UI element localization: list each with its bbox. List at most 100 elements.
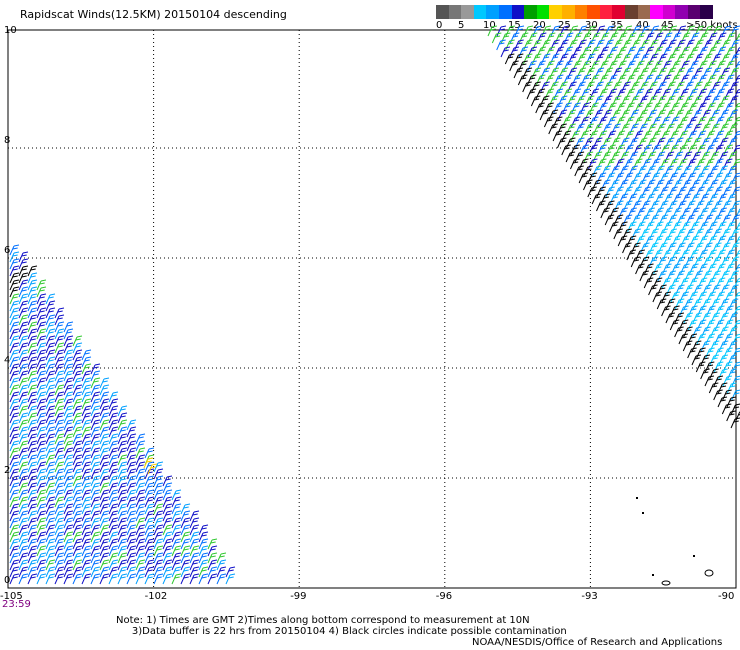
- wind-barb: [27, 405, 38, 417]
- wind-barb: [54, 391, 65, 403]
- wind-barb: [54, 489, 65, 501]
- notes: Note: 1) Times are GMT 2)Times along bot…: [116, 615, 567, 637]
- wind-barb: [171, 573, 182, 585]
- wind-barb: [18, 538, 29, 550]
- wind-barb: [27, 538, 38, 550]
- wind-barb: [81, 566, 92, 578]
- wind-barb: [36, 398, 47, 410]
- wind-barb: [36, 426, 47, 438]
- wind-barb: [108, 426, 119, 438]
- wind-barb: [36, 279, 47, 291]
- wind-barb: [189, 531, 200, 543]
- wind-barb: [117, 426, 128, 438]
- wind-barb: [117, 412, 128, 424]
- wind-barb: [9, 454, 20, 466]
- wind-barb: [18, 433, 29, 445]
- wind-barb: [81, 559, 92, 571]
- wind-barb: [18, 398, 29, 410]
- wind-barb: [81, 447, 92, 459]
- wind-barb: [18, 265, 29, 277]
- wind-barb: [45, 405, 56, 417]
- wind-barb: [9, 510, 20, 522]
- wind-barb: [9, 566, 20, 578]
- wind-barb: [45, 342, 56, 354]
- wind-barb: [54, 384, 65, 396]
- wind-barb: [9, 307, 20, 319]
- wind-barb: [45, 475, 56, 487]
- wind-barb: [36, 335, 47, 347]
- wind-barb: [144, 531, 155, 543]
- wind-barb: [153, 510, 164, 522]
- wind-barb: [81, 510, 92, 522]
- wind-barb: [54, 377, 65, 389]
- wind-barb: [27, 426, 38, 438]
- wind-barb: [81, 440, 92, 452]
- wind-barb: [81, 468, 92, 480]
- wind-barb: [36, 370, 47, 382]
- wind-barb: [45, 496, 56, 508]
- wind-barb: [36, 328, 47, 340]
- wind-barb: [18, 447, 29, 459]
- wind-barb: [99, 454, 110, 466]
- wind-barb: [45, 426, 56, 438]
- wind-barb: [225, 573, 236, 585]
- wind-barb: [733, 75, 740, 86]
- wind-barb: [81, 517, 92, 529]
- wind-barb: [9, 482, 20, 494]
- wind-barb: [153, 566, 164, 578]
- wind-barb: [45, 573, 56, 585]
- wind-barb: [72, 342, 83, 354]
- wind-barb: [153, 517, 164, 529]
- wind-barb: [117, 475, 128, 487]
- wind-barb: [9, 279, 20, 291]
- wind-barb: [45, 559, 56, 571]
- wind-barb: [90, 552, 101, 564]
- wind-barb: [144, 545, 155, 557]
- wind-barb: [126, 524, 137, 536]
- wind-barb: [27, 321, 38, 333]
- wind-barb: [198, 531, 209, 543]
- wind-barb: [108, 419, 119, 431]
- wind-barb: [135, 489, 146, 501]
- wind-barb: [189, 559, 200, 571]
- wind-barb: [27, 265, 38, 277]
- wind-barb: [126, 489, 137, 501]
- wind-barb: [27, 454, 38, 466]
- wind-barb: [117, 496, 128, 508]
- wind-barb: [81, 496, 92, 508]
- wind-barb: [45, 335, 56, 347]
- wind-barb: [117, 454, 128, 466]
- wind-barb: [90, 503, 101, 515]
- wind-barb: [54, 426, 65, 438]
- wind-barb: [144, 503, 155, 515]
- wind-barb: [144, 489, 155, 501]
- wind-barb: [9, 405, 20, 417]
- wind-barb: [36, 412, 47, 424]
- wind-barb: [18, 384, 29, 396]
- wind-barb: [90, 496, 101, 508]
- wind-barb: [27, 412, 38, 424]
- wind-barb: [207, 552, 218, 564]
- wind-barb: [171, 517, 182, 529]
- wind-barb: [63, 405, 74, 417]
- wind-barb: [45, 328, 56, 340]
- wind-barb: [9, 412, 20, 424]
- wind-barb: [171, 545, 182, 557]
- wind-barb: [135, 454, 146, 466]
- wind-barb: [63, 524, 74, 536]
- wind-barb: [99, 531, 110, 543]
- wind-barb: [108, 391, 119, 403]
- wind-barb: [135, 510, 146, 522]
- wind-barb: [9, 538, 20, 550]
- wind-barb: [27, 482, 38, 494]
- wind-barb: [72, 433, 83, 445]
- wind-barb: [36, 377, 47, 389]
- wind-barb: [18, 545, 29, 557]
- wind-barb: [117, 468, 128, 480]
- wind-barb: [108, 538, 119, 550]
- wind-barb: [207, 566, 218, 578]
- wind-barb: [126, 419, 137, 431]
- wind-barb: [9, 391, 20, 403]
- island: [636, 497, 638, 499]
- wind-barb: [81, 538, 92, 550]
